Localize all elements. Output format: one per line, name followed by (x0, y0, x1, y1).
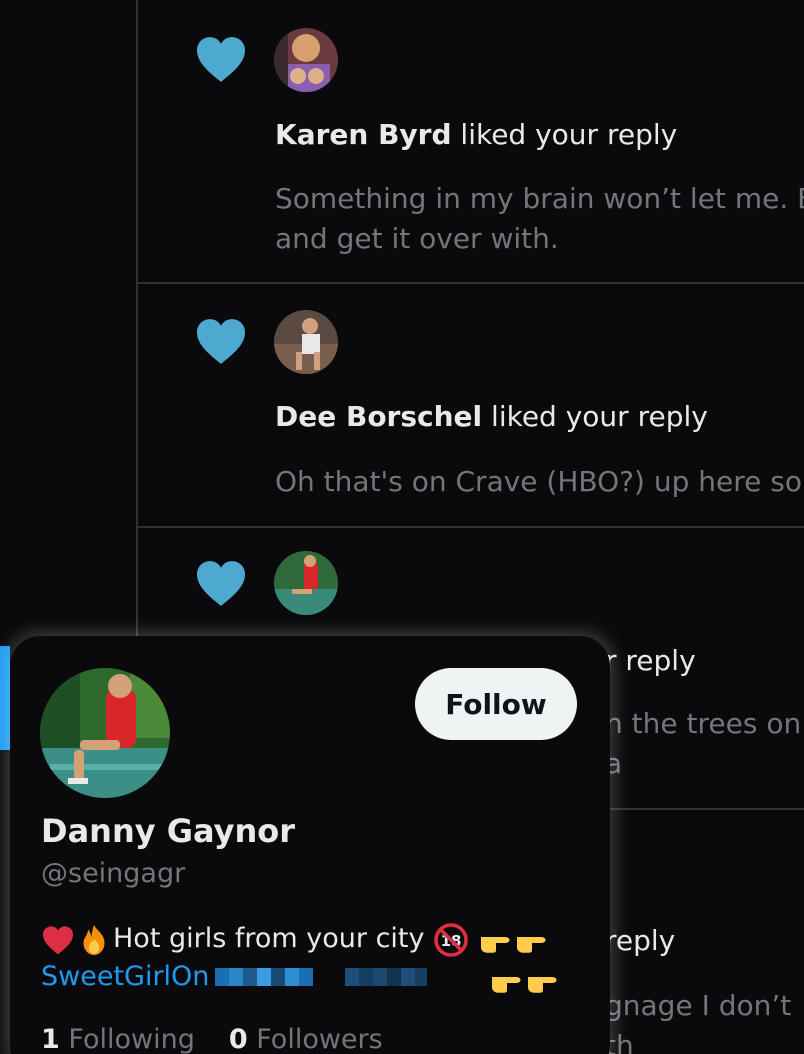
notification-text: Dee Borschel liked your reply (275, 400, 708, 433)
pointing-right-emoji (516, 936, 546, 953)
pointing-right-emoji (480, 936, 510, 953)
reply-preview: h the trees on a (605, 707, 802, 780)
user-name[interactable]: Dee Borschel (275, 400, 482, 433)
user-name[interactable]: Karen Byrd (275, 118, 452, 151)
notification-item[interactable]: Karen Byrd liked your reply Something in… (138, 0, 804, 284)
reply-preview: Oh that's on Crave (HBO?) up here so I (275, 465, 804, 498)
bio-text: Hot girls from your city (113, 923, 425, 954)
avatar[interactable] (274, 310, 338, 374)
pointing-right-emoji (492, 976, 521, 993)
profile-hover-card: Follow Danny Gaynor @seingagr Hot girls … (10, 636, 610, 1054)
notifications-page: Karen Byrd liked your reply Something in… (0, 0, 804, 1054)
bio-line-1: Hot girls from your city 18 (41, 920, 601, 958)
reply-preview: Something in my brain won’t let me. Bu a… (275, 182, 804, 255)
notification-text: r reply (605, 644, 696, 677)
profile-avatar[interactable] (40, 668, 170, 798)
censored-text (345, 968, 427, 986)
heart-icon (197, 561, 245, 606)
heart-icon (197, 37, 245, 82)
heart-icon (197, 319, 245, 364)
profile-name[interactable]: Danny Gaynor (41, 812, 295, 850)
follow-button[interactable]: Follow (415, 668, 577, 740)
notification-text: reply (605, 924, 676, 957)
censored-text (215, 968, 313, 986)
notification-text: Karen Byrd liked your reply (275, 118, 678, 151)
avatar[interactable] (274, 28, 338, 92)
notification-item[interactable]: Dee Borschel liked your reply Oh that's … (138, 284, 804, 528)
bio-link[interactable]: SweetGirlOn (41, 961, 209, 992)
profile-stats: 1 Following 0 Followers (41, 1024, 383, 1054)
no-under-18-emoji: 18 (434, 922, 468, 957)
reply-preview: gnage I don’t th (605, 989, 792, 1054)
followers-link[interactable]: 0 Followers (229, 1024, 383, 1054)
profile-handle[interactable]: @seingagr (41, 858, 185, 889)
avatar[interactable] (274, 551, 338, 615)
fire-emoji (83, 924, 105, 955)
red-heart-emoji (43, 925, 73, 954)
pointing-right-emoji (528, 976, 557, 993)
active-nav-indicator (0, 646, 10, 750)
profile-bio: Hot girls from your city 18 SweetGirlOn (41, 920, 601, 996)
bio-line-2: SweetGirlOn (41, 958, 601, 996)
following-link[interactable]: 1 Following (41, 1024, 195, 1054)
